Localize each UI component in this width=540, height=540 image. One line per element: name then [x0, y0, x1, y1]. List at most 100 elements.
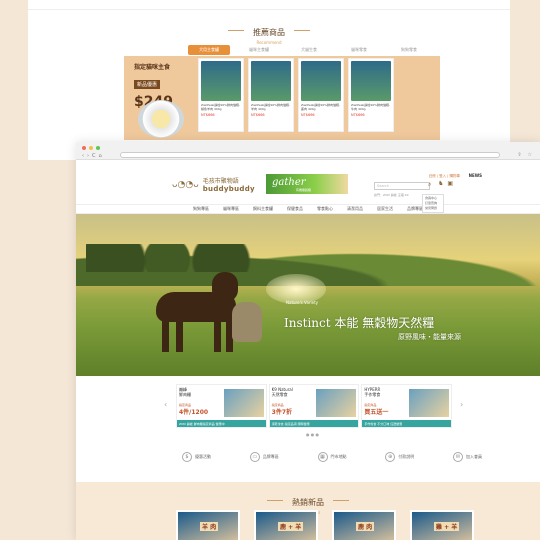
- window-controls: [82, 146, 100, 150]
- carousel-prev-icon[interactable]: ‹: [164, 400, 167, 409]
- promo-card[interactable]: 巔峰 鮮肉糧 指定商品 4件/1200 ZIWI 巔峰 鮮肉糧指定商品 優惠中: [176, 384, 267, 428]
- back-icon[interactable]: ‹: [82, 153, 84, 159]
- news-link[interactable]: NEWS: [469, 173, 482, 178]
- service-label: 門市地點: [330, 454, 347, 459]
- menu-item[interactable]: 清潔用品: [347, 206, 363, 212]
- divider: [294, 30, 311, 31]
- product-name: ZiwiPeak巔峰96%鮮肉貓糧-羊肉 400g: [251, 103, 291, 111]
- service-label: 優惠活動: [195, 454, 211, 459]
- menu-item[interactable]: 品牌專區: [407, 206, 423, 212]
- tab-cat-can[interactable]: 貓咪主食罐: [238, 45, 280, 55]
- promo-name: K9 Natural 天然零食: [271, 387, 293, 397]
- menu-item[interactable]: 狗狗專區: [193, 206, 209, 212]
- product-card[interactable]: ZiwiPeak巔峰96%鮮肉貓糧-鯖魚羊肉 400g NT$666: [198, 58, 244, 132]
- member-icon[interactable]: ♞: [438, 180, 443, 187]
- product-card[interactable]: ZiwiPeak巔峰96%鮮肉貓糧-牛肉 400g NT$666: [348, 58, 394, 132]
- home-icon[interactable]: ⌂: [99, 153, 102, 159]
- member-links[interactable]: 註冊 | 登入 | 購物車: [429, 174, 460, 179]
- new-product-card[interactable]: 鹿 肉: [332, 510, 396, 540]
- main-menu: 狗狗專區 貓咪專區 飼料主食罐 保健食品 零食點心 清潔用品 居家生活 品牌專區: [76, 204, 540, 214]
- recommend-title: 推薦商品: [253, 28, 285, 37]
- logo-en: buddybuddy: [202, 185, 255, 193]
- menu-item[interactable]: 零食點心: [317, 206, 333, 212]
- tab-cat-snack[interactable]: 貓咪零食: [338, 45, 380, 55]
- address-bar[interactable]: [120, 152, 500, 158]
- service-promo[interactable]: $ 優惠活動: [182, 452, 211, 462]
- close-dot-icon[interactable]: [82, 146, 86, 150]
- product-price: NT$666: [251, 113, 265, 117]
- tab-dog-can[interactable]: 犬用主食罐: [188, 45, 230, 55]
- hero-banner[interactable]: Nature's Variety Instinct 本能 無穀物天然糧 原野風味…: [76, 214, 540, 376]
- gather-banner[interactable]: gather 有機無穀糧: [266, 174, 348, 194]
- service-stores[interactable]: ▦ 門市地點: [317, 452, 347, 462]
- new-title: 熱銷新品: [292, 498, 324, 507]
- tab-dog-snack[interactable]: 狗狗零食: [388, 45, 430, 55]
- product-price: NT$666: [201, 113, 215, 117]
- dropdown-item[interactable]: 常見問題: [425, 206, 441, 211]
- menu-item[interactable]: 貓咪專區: [223, 206, 239, 212]
- search-icon[interactable]: ⌕: [428, 181, 431, 189]
- menu-item[interactable]: 飼料主食罐: [253, 206, 273, 212]
- new-product-card[interactable]: 羊 肉: [176, 510, 240, 540]
- promo-deal: 3件7折: [271, 409, 293, 416]
- reload-icon[interactable]: C: [92, 153, 96, 159]
- promo-bar: 凍乾零食 指定品項 限時優惠: [269, 420, 359, 427]
- gather-brand: gather: [272, 177, 306, 188]
- hot-search-words[interactable]: 熱門：ZIWI 巔峰 汪喵 K9: [374, 193, 409, 197]
- product-name: ZiwiPeak巔峰96%鮮肉貓糧-鹿肉 400g: [301, 103, 341, 111]
- promo-bar: ZIWI 巔峰 鮮肉糧指定商品 優惠中: [177, 420, 266, 427]
- menu-item[interactable]: 保健食品: [287, 206, 303, 212]
- promo-name: HYPERR 手作零食: [364, 387, 381, 397]
- minimize-dot-icon[interactable]: [89, 146, 93, 150]
- new-product-card[interactable]: 雞 + 羊: [410, 510, 474, 540]
- cart-icon[interactable]: ▣: [447, 180, 453, 187]
- bookmark-star-icon[interactable]: ☆: [528, 152, 532, 158]
- new-product-label: 雞 + 羊: [434, 522, 460, 531]
- service-label: 加入會員: [466, 454, 482, 459]
- food-bowl-image: [138, 100, 184, 138]
- product-card[interactable]: ZiwiPeak巔峰96%鮮肉貓糧-羊肉 400g NT$666: [248, 58, 294, 132]
- promo-image: [316, 389, 357, 417]
- search-input[interactable]: Search: [374, 182, 430, 190]
- cat-image: [232, 302, 262, 342]
- service-label: 品牌專區: [262, 454, 279, 459]
- mail-icon: ✉: [453, 452, 463, 462]
- site-header: ᴗ◔◔ᴗ 毛孩市聚物語 buddybuddy gather 有機無穀糧 註冊 |…: [76, 160, 540, 213]
- forward-icon[interactable]: ›: [87, 153, 89, 159]
- product-card[interactable]: ZiwiPeak巔峰96%鮮肉貓糧-鹿肉 400g NT$666: [298, 58, 344, 132]
- feature-badge: 新品優惠: [134, 80, 161, 89]
- product-list: ZiwiPeak巔峰96%鮮肉貓糧-鯖魚羊肉 400g NT$666 ZiwiP…: [198, 58, 394, 132]
- new-arrivals-section: 熱銷新品 New arrivals 羊 肉 鹿 + 羊 鹿 肉 雞 + 羊: [76, 482, 540, 540]
- dog-leg: [162, 316, 169, 352]
- menu-item[interactable]: 居家生活: [377, 206, 393, 212]
- payment-icon: ⊕: [385, 452, 396, 462]
- gather-subtitle: 有機無穀糧: [296, 188, 312, 192]
- new-product-card[interactable]: 鹿 + 羊: [254, 510, 318, 540]
- trees-background: [86, 244, 266, 272]
- share-icon[interactable]: ⇪: [517, 152, 521, 158]
- new-product-label: 羊 肉: [200, 522, 219, 531]
- browser-actions: ⇪ ☆: [517, 152, 532, 158]
- hero-brand: Nature's Variety: [286, 300, 319, 305]
- product-image: [251, 61, 291, 101]
- new-product-label: 鹿 + 羊: [278, 522, 304, 531]
- service-join[interactable]: ✉ 加入會員: [453, 452, 482, 462]
- product-image: [301, 61, 341, 101]
- browser-window: ‹ › C ⌂ ⇪ ☆ ᴗ◔◔ᴗ 毛孩市聚物語 buddybuddy gathe…: [76, 142, 540, 540]
- product-price: NT$666: [351, 113, 365, 117]
- tab-raw-food[interactable]: 犬貓生食: [288, 45, 330, 55]
- maximize-dot-icon[interactable]: [96, 146, 100, 150]
- recommend-panel: 指定貓咪主食 新品優惠 $249 ZiwiPeak巔峰96%鮮肉貓糧-鯖魚羊肉 …: [124, 56, 440, 140]
- new-product-label: 鹿 肉: [356, 522, 375, 531]
- browser-nav: ‹ › C ⌂: [82, 153, 102, 159]
- promo-card[interactable]: HYPERR 手作零食 指定商品 買五送一 手作零食 不分口味 任選優惠: [361, 384, 453, 428]
- promo-card[interactable]: K9 Natural 天然零食 指定商品 3件7折 凍乾零食 指定品項 限時優惠: [268, 384, 360, 428]
- back-page-card: 推薦商品 Recommend 犬用主食罐 貓咪主食罐 犬貓生食 貓咪零食 狗狗零…: [28, 0, 510, 160]
- site-logo[interactable]: ᴗ◔◔ᴗ 毛孩市聚物語 buddybuddy: [172, 176, 255, 193]
- carousel-next-icon[interactable]: ›: [460, 400, 463, 409]
- service-brands[interactable]: ▭ 品牌專區: [249, 452, 279, 462]
- carousel-pager[interactable]: ● ● ●: [306, 432, 319, 437]
- divider: [333, 500, 350, 501]
- service-payment[interactable]: ⊕ 付款說明: [385, 452, 414, 462]
- promo-image: [223, 389, 264, 417]
